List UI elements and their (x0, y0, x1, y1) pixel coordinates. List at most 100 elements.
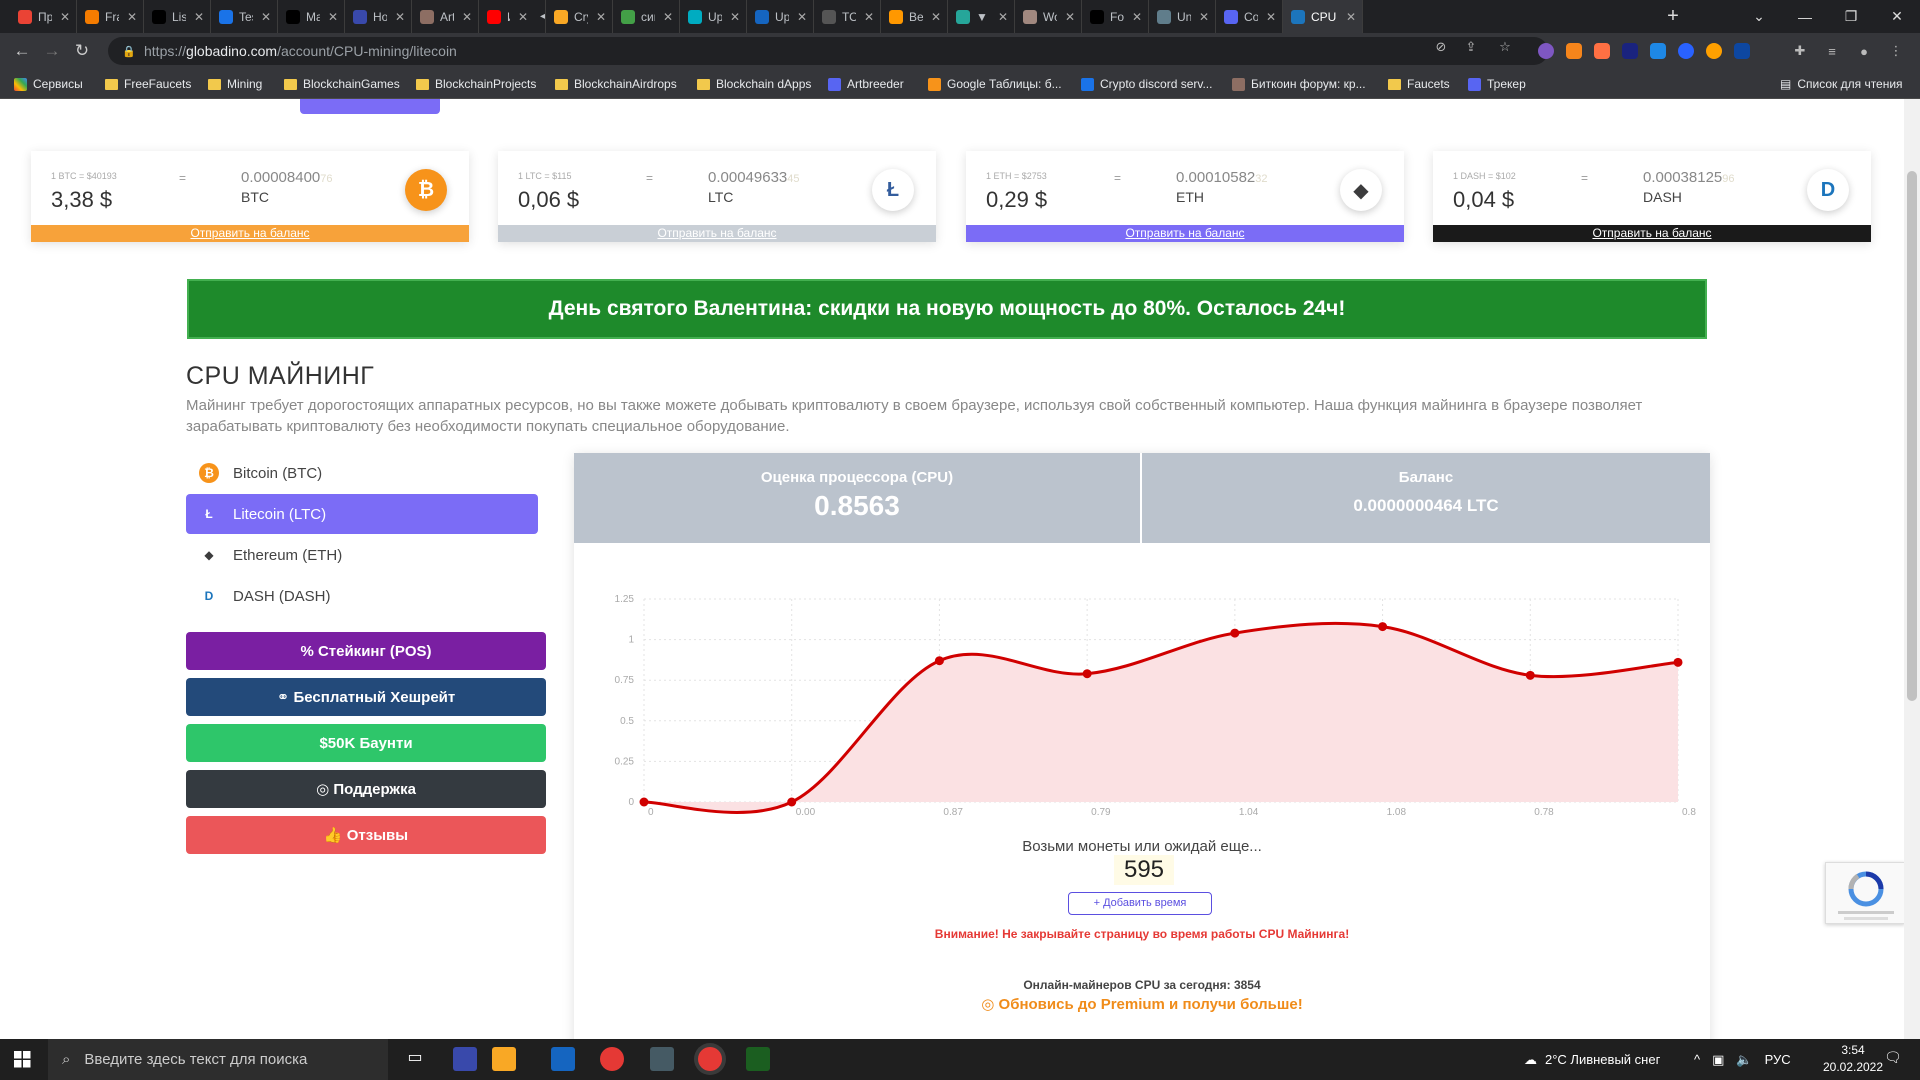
free-hashrate-button[interactable]: ⚭ Бесплатный Хешрейт (186, 678, 546, 716)
tab-5[interactable]: How to ✕ (345, 0, 412, 33)
send-to-balance-link[interactable]: Отправить на баланс (498, 225, 936, 242)
reload-icon[interactable]: ↻ (72, 41, 92, 61)
tab-9[interactable]: синтет ✕ (613, 0, 680, 33)
chevron-up-icon[interactable]: ^ (1694, 1052, 1700, 1067)
camera-icon[interactable] (551, 1047, 575, 1071)
volume-icon[interactable]: 🔈 (1736, 1052, 1752, 1068)
premium-link[interactable]: ◎ Обновись до Premium и получи больше! (574, 995, 1710, 1013)
share-icon[interactable]: ⇪ (1461, 37, 1481, 57)
close-icon[interactable]: ✕ (728, 10, 742, 24)
support-button[interactable]: ◎ Поддержка (186, 770, 546, 808)
tab-18[interactable]: Создать ✕ (1216, 0, 1283, 33)
language-indicator[interactable]: РУС (1765, 1052, 1791, 1067)
tab-11[interactable]: Updatin ✕ (747, 0, 814, 33)
extension-icon[interactable] (1678, 43, 1694, 59)
close-icon[interactable]: ✕ (516, 10, 530, 24)
media-icon[interactable]: ≡ (1822, 41, 1842, 61)
bookmark-12[interactable]: Трекер (1468, 69, 1526, 99)
task-view-icon[interactable]: ▭ (403, 1047, 427, 1071)
close-icon[interactable]: ✕ (1264, 10, 1278, 24)
tab-4[interactable]: Maveric ✕ (278, 0, 345, 33)
close-icon[interactable]: ✕ (594, 10, 608, 24)
app-icon[interactable] (746, 1047, 770, 1071)
tab-7[interactable]: Ист ✕ ◂ (479, 0, 546, 33)
menu-icon[interactable]: ⋮ (1886, 41, 1906, 61)
tab-13[interactable]: Betama ✕ (881, 0, 948, 33)
close-window-icon[interactable]: ✕ (1874, 0, 1920, 33)
coin-item-1[interactable]: Ł Litecoin (LTC) (186, 494, 538, 534)
close-icon[interactable]: ✕ (1130, 10, 1144, 24)
close-icon[interactable]: ✕ (460, 10, 474, 24)
page-scrollbar[interactable] (1904, 99, 1920, 1039)
eye-off-icon[interactable]: ⊘ (1431, 37, 1451, 57)
chevron-down-icon[interactable]: ⌄ (1736, 0, 1782, 33)
chrome-icon[interactable] (600, 1047, 624, 1071)
send-to-balance-link[interactable]: Отправить на баланс (966, 225, 1404, 242)
bookmark-5[interactable]: BlockchainAirdrops (555, 69, 677, 99)
scrollbar-thumb[interactable] (1907, 171, 1917, 701)
clock[interactable]: 3:54 20.02.2022 (1822, 1042, 1884, 1076)
bookmark-6[interactable]: Blockchain dApps (697, 69, 811, 99)
bookmark-8[interactable]: Google Таблицы: б... (928, 69, 1062, 99)
close-icon[interactable]: ✕ (929, 10, 943, 24)
taskbar-search[interactable]: ⌕ Введите здесь текст для поиска (48, 1039, 388, 1080)
app-icon[interactable] (650, 1047, 674, 1071)
bounty-button[interactable]: $50K Баунти (186, 724, 546, 762)
bookmark-11[interactable]: Faucets (1388, 69, 1450, 99)
bookmark-9[interactable]: Crypto discord serv... (1081, 69, 1212, 99)
tab-8[interactable]: CryptoC ✕ (546, 0, 613, 33)
chrome-icon[interactable] (698, 1047, 722, 1071)
tab-3[interactable]: Testing ✕ (211, 0, 278, 33)
staking-button[interactable]: % Стейкинг (POS) (186, 632, 546, 670)
network-icon[interactable]: ▣ (1712, 1052, 1724, 1068)
tab-1[interactable]: Fra ✕ (77, 0, 144, 33)
close-icon[interactable]: ✕ (795, 10, 809, 24)
app-icon[interactable] (453, 1047, 477, 1071)
forward-icon[interactable]: → (42, 41, 62, 61)
metamask-icon[interactable] (1566, 43, 1582, 59)
bookmark-3[interactable]: BlockchainGames (284, 69, 400, 99)
weather-widget[interactable]: ☁ 2°C Ливневый снег (1524, 1039, 1660, 1080)
extension-icon[interactable] (1650, 43, 1666, 59)
bookmark-10[interactable]: Биткоин форум: кр... (1232, 69, 1366, 99)
reading-list[interactable]: ▤ Список для чтения (1780, 69, 1903, 99)
star-icon[interactable]: ☆ (1495, 37, 1515, 57)
extension-icon[interactable] (1538, 43, 1554, 59)
bookmark-7[interactable]: Artbreeder (828, 69, 904, 99)
tab-10[interactable]: Upcomi ✕ (680, 0, 747, 33)
extension-icon[interactable] (1706, 43, 1722, 59)
close-icon[interactable]: ✕ (1063, 10, 1077, 24)
send-to-balance-link[interactable]: Отправить на баланс (1433, 225, 1871, 242)
close-icon[interactable]: ✕ (1197, 10, 1211, 24)
close-icon[interactable]: ✕ (393, 10, 407, 24)
file-explorer-icon[interactable] (492, 1047, 516, 1071)
tab-15[interactable]: Womba ✕ (1015, 0, 1082, 33)
bookmark-1[interactable]: FreeFaucets (105, 69, 191, 99)
extension-icon[interactable] (1622, 43, 1638, 59)
close-icon[interactable]: ✕ (996, 10, 1010, 24)
tab-14[interactable]: ▼ 0.05 ✕ (948, 0, 1015, 33)
close-icon[interactable]: ✕ (326, 10, 340, 24)
tab-19[interactable]: CPU ✕ (1283, 0, 1363, 33)
reviews-button[interactable]: 👍 Отзывы (186, 816, 546, 854)
tab-17[interactable]: Univers ✕ (1149, 0, 1216, 33)
coin-item-2[interactable]: ◆ Ethereum (ETH) (186, 535, 538, 575)
windows-start-icon[interactable] (14, 1051, 31, 1068)
close-icon[interactable]: ✕ (192, 10, 206, 24)
coin-item-0[interactable]: ₿ Bitcoin (BTC) (186, 453, 538, 493)
extension-icon[interactable] (1734, 43, 1750, 59)
coin-item-3[interactable]: D DASH (DASH) (186, 576, 538, 616)
bookmark-2[interactable]: Mining (208, 69, 262, 99)
close-icon[interactable]: ✕ (58, 10, 72, 24)
tab-0[interactable]: Пр ✕ (10, 0, 77, 33)
puzzle-icon[interactable]: ✚ (1790, 41, 1810, 61)
close-icon[interactable]: ✕ (661, 10, 675, 24)
tab-2[interactable]: List Airc ✕ (144, 0, 211, 33)
mute-icon[interactable]: ◂ (540, 11, 545, 22)
close-icon[interactable]: ✕ (862, 10, 876, 24)
minimize-icon[interactable]: — (1782, 0, 1828, 33)
address-bar[interactable]: 🔒 https://globadino.com/account/CPU-mini… (108, 37, 1548, 65)
tab-16[interactable]: Fountai ✕ (1082, 0, 1149, 33)
recaptcha-badge[interactable] (1825, 862, 1905, 924)
profile-icon[interactable]: ● (1854, 41, 1874, 61)
